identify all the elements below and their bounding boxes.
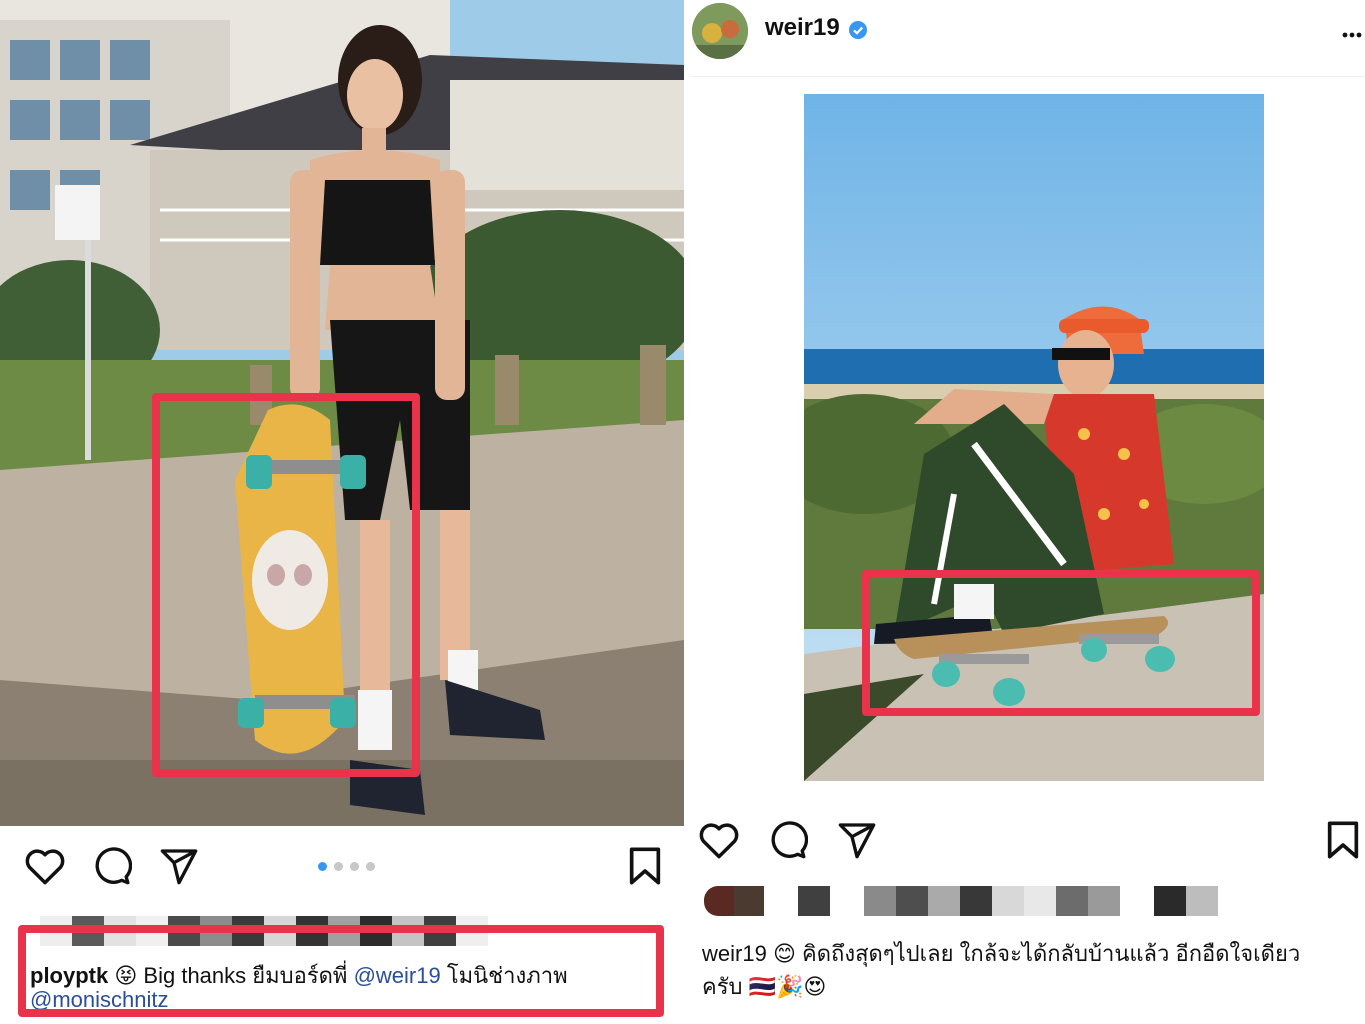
- carousel-dot: [366, 862, 375, 871]
- verified-badge-icon: [848, 20, 868, 45]
- caption-mention-photographer[interactable]: @monischnitz: [30, 987, 169, 1009]
- carousel-dot: [350, 862, 359, 871]
- caption-text-after: โมนิช่างภาพ: [446, 963, 568, 988]
- caption-emoji: 😊: [772, 942, 796, 967]
- caption-emoji-end: 🇹🇭🎉😍: [748, 975, 827, 1000]
- caption-mention[interactable]: @weir19: [354, 963, 441, 988]
- caption-text: Big thanks ยืมบอร์ดพี่: [143, 963, 348, 988]
- right-post-header: weir19: [690, 0, 1365, 77]
- bookmark-icon[interactable]: [628, 846, 662, 886]
- carousel-dot-active: [318, 862, 327, 871]
- caption-text: คิดถึงสุดๆไปเลย ใกล้จะได้กลับบ้านแล้ว อี…: [802, 941, 1301, 966]
- share-icon[interactable]: [158, 846, 200, 886]
- comment-icon[interactable]: [768, 820, 808, 860]
- caption-emoji: 😝: [114, 964, 138, 989]
- header-username[interactable]: weir19: [765, 14, 840, 42]
- avatar[interactable]: [692, 3, 748, 59]
- left-caption-line2[interactable]: @monischnitz: [30, 987, 169, 1009]
- pixelated-likes-censor: [704, 886, 1218, 916]
- right-caption-line1: weir19 😊 คิดถึงสุดๆไปเลย ใกล้จะได้กลับบ้…: [702, 936, 1300, 971]
- heart-icon[interactable]: [24, 846, 66, 886]
- bookmark-icon[interactable]: [1326, 820, 1360, 860]
- right-skateboard-highlight: [862, 570, 1260, 716]
- carousel-dot: [334, 862, 343, 871]
- caption-username[interactable]: weir19: [702, 941, 767, 966]
- left-skateboard-highlight: [152, 393, 420, 777]
- more-options-icon[interactable]: [1342, 26, 1362, 44]
- caption-username[interactable]: ployptk: [30, 963, 108, 988]
- share-icon[interactable]: [836, 820, 878, 860]
- carousel-dots: [318, 862, 375, 871]
- heart-icon[interactable]: [698, 820, 740, 860]
- right-caption-line2: ครับ 🇹🇭🎉😍: [702, 969, 826, 1004]
- caption-text-line2: ครับ: [702, 974, 743, 999]
- post-divider: [684, 0, 690, 1024]
- comment-icon[interactable]: [92, 846, 132, 886]
